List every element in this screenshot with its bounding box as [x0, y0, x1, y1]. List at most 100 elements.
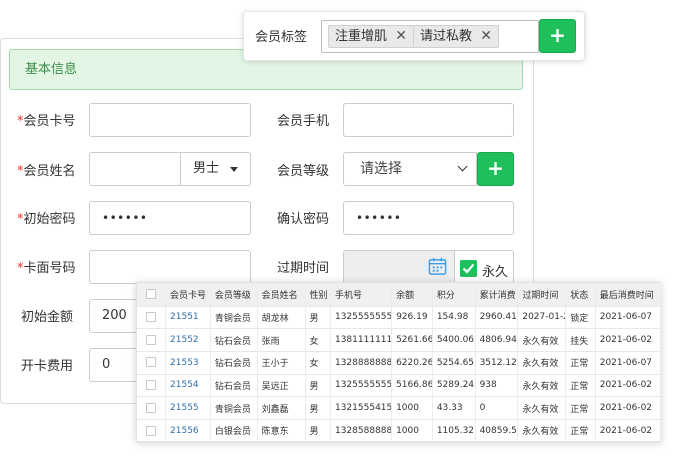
name-input[interactable]	[89, 152, 181, 186]
table-row[interactable]: 21553钻石会员王小于女132888888886220.265254.6535…	[137, 351, 662, 375]
table-cell: 正常	[565, 374, 596, 398]
table-cell: 2960.41	[475, 306, 519, 330]
card-no-link[interactable]: 21552	[165, 328, 211, 352]
column-header[interactable]: 会员等级	[210, 283, 258, 307]
add-tag-button[interactable]: +	[539, 19, 576, 53]
row-checkbox[interactable]	[137, 374, 167, 398]
table-cell: 正常	[565, 396, 596, 420]
member-table-popup: 会员卡号 会员等级 会员姓名 性别 手机号 余额 积分 累计消费 过期时间 状态…	[136, 282, 662, 443]
table-cell: 0	[475, 396, 519, 420]
column-header[interactable]: 性别	[305, 283, 331, 307]
phone-input[interactable]	[343, 103, 514, 137]
table-cell: 王小于	[257, 351, 306, 375]
permanent-label: 永久	[482, 265, 509, 280]
table-row[interactable]: 21552钻石会员张雨女138111111115261.665400.06480…	[137, 328, 662, 352]
close-icon[interactable]: ✕	[480, 26, 492, 47]
plus-icon: +	[487, 156, 504, 180]
column-header[interactable]: 会员卡号	[165, 283, 211, 307]
table-cell: 张雨	[257, 328, 306, 352]
card-no-link[interactable]: 21554	[165, 374, 211, 398]
table-cell: 男	[305, 374, 331, 398]
check-icon[interactable]	[460, 260, 477, 277]
face-no-label: *卡面号码	[17, 261, 76, 276]
gender-value: 男士	[193, 161, 220, 176]
level-select[interactable]: 请选择	[343, 152, 477, 186]
table-cell: 2021-06-07	[595, 306, 662, 330]
table-cell: 女	[305, 328, 331, 352]
table-cell: 永久有效	[517, 396, 567, 420]
row-checkbox[interactable]	[137, 328, 167, 352]
add-level-button[interactable]: +	[477, 152, 514, 186]
chevron-down-icon	[457, 161, 468, 172]
tag-chip: 请过私教 ✕	[413, 25, 500, 48]
column-header[interactable]: 积分	[432, 283, 476, 307]
table-cell: 1000	[391, 396, 433, 420]
member-tags-popover: 会员标签 注重增肌 ✕ 请过私教 ✕ +	[243, 11, 585, 61]
table-header-row: 会员卡号 会员等级 会员姓名 性别 手机号 余额 积分 累计消费 过期时间 状态…	[137, 283, 662, 307]
card-no-link[interactable]: 21553	[165, 351, 211, 375]
password-label: *初始密码	[17, 212, 76, 227]
column-header[interactable]: 状态	[565, 283, 596, 307]
member-table: 会员卡号 会员等级 会员姓名 性别 手机号 余额 积分 累计消费 过期时间 状态…	[137, 283, 662, 443]
column-header[interactable]: 余额	[391, 283, 433, 307]
table-cell: 3512.12	[475, 351, 519, 375]
calendar-icon[interactable]	[428, 257, 447, 276]
tags-input[interactable]: 注重增肌 ✕ 请过私教 ✕	[321, 20, 539, 53]
password-input[interactable]: ••••••	[89, 201, 251, 235]
amount-label: 初始金额	[21, 310, 74, 325]
table-cell: 40859.5	[475, 419, 519, 443]
level-label: 会员等级	[277, 164, 330, 179]
phone-label: 会员手机	[277, 114, 330, 129]
plus-icon: +	[549, 23, 566, 47]
table-cell: 6220.26	[391, 351, 433, 375]
card-no-input[interactable]	[89, 103, 251, 137]
table-cell: 吴远正	[257, 374, 306, 398]
card-no-link[interactable]: 21555	[165, 396, 211, 420]
row-checkbox[interactable]	[137, 419, 167, 443]
table-cell: 胡龙林	[257, 306, 306, 330]
row-checkbox[interactable]	[137, 306, 167, 330]
table-cell: 钻石会员	[210, 374, 258, 398]
close-icon[interactable]: ✕	[395, 26, 407, 47]
table-cell: 永久有效	[517, 419, 567, 443]
table-row[interactable]: 21556白银会员陈意东男1328588888510001105.3240859…	[137, 419, 662, 443]
row-checkbox[interactable]	[137, 351, 167, 375]
table-cell: 938	[475, 374, 519, 398]
table-cell: 4806.94	[475, 328, 519, 352]
table-cell: 女	[305, 351, 331, 375]
column-header[interactable]: 过期时间	[517, 283, 567, 307]
confirm-password-input[interactable]: ••••••	[343, 201, 514, 235]
fee-label: 开卡费用	[21, 359, 74, 374]
column-header[interactable]: 累计消费	[475, 283, 519, 307]
table-row[interactable]: 21551青铜会员胡龙林男13255555552926.19154.982960…	[137, 306, 662, 330]
gender-dropdown[interactable]: 男士	[180, 152, 251, 186]
tag-chip: 注重增肌 ✕	[328, 25, 415, 48]
table-cell: 5289.24	[432, 374, 476, 398]
card-no-link[interactable]: 21556	[165, 419, 211, 443]
table-row[interactable]: 21554钻石会员吴远正男132555555555166.865289.2493…	[137, 374, 662, 398]
table-cell: 926.19	[391, 306, 433, 330]
table-cell: 男	[305, 419, 331, 443]
table-cell: 2021-06-02	[595, 419, 662, 443]
table-cell: 13811111111	[330, 328, 393, 352]
table-row[interactable]: 21555青铜会员刘鑫磊男13215554154100043.330永久有效正常…	[137, 396, 662, 420]
card-no-link[interactable]: 21551	[165, 306, 211, 330]
column-header[interactable]: 会员姓名	[257, 283, 306, 307]
name-label: *会员姓名	[17, 164, 76, 179]
confirm-password-label: 确认密码	[277, 212, 330, 227]
table-cell: 2021-06-02	[595, 396, 662, 420]
select-all-checkbox[interactable]	[137, 283, 167, 307]
table-cell: 青铜会员	[210, 306, 258, 330]
table-cell: 男	[305, 396, 331, 420]
row-checkbox[interactable]	[137, 396, 167, 420]
table-cell: 陈意东	[257, 419, 306, 443]
table-cell: 5254.65	[432, 351, 476, 375]
table-cell: 2021-06-02	[595, 374, 662, 398]
column-header[interactable]: 最后消费时间	[595, 283, 662, 307]
table-cell: 永久有效	[517, 374, 567, 398]
expire-label: 过期时间	[277, 261, 330, 276]
face-no-input[interactable]	[89, 250, 251, 284]
column-header[interactable]: 手机号	[330, 283, 393, 307]
table-cell: 锁定	[565, 306, 596, 330]
table-cell: 13255555555	[330, 374, 393, 398]
